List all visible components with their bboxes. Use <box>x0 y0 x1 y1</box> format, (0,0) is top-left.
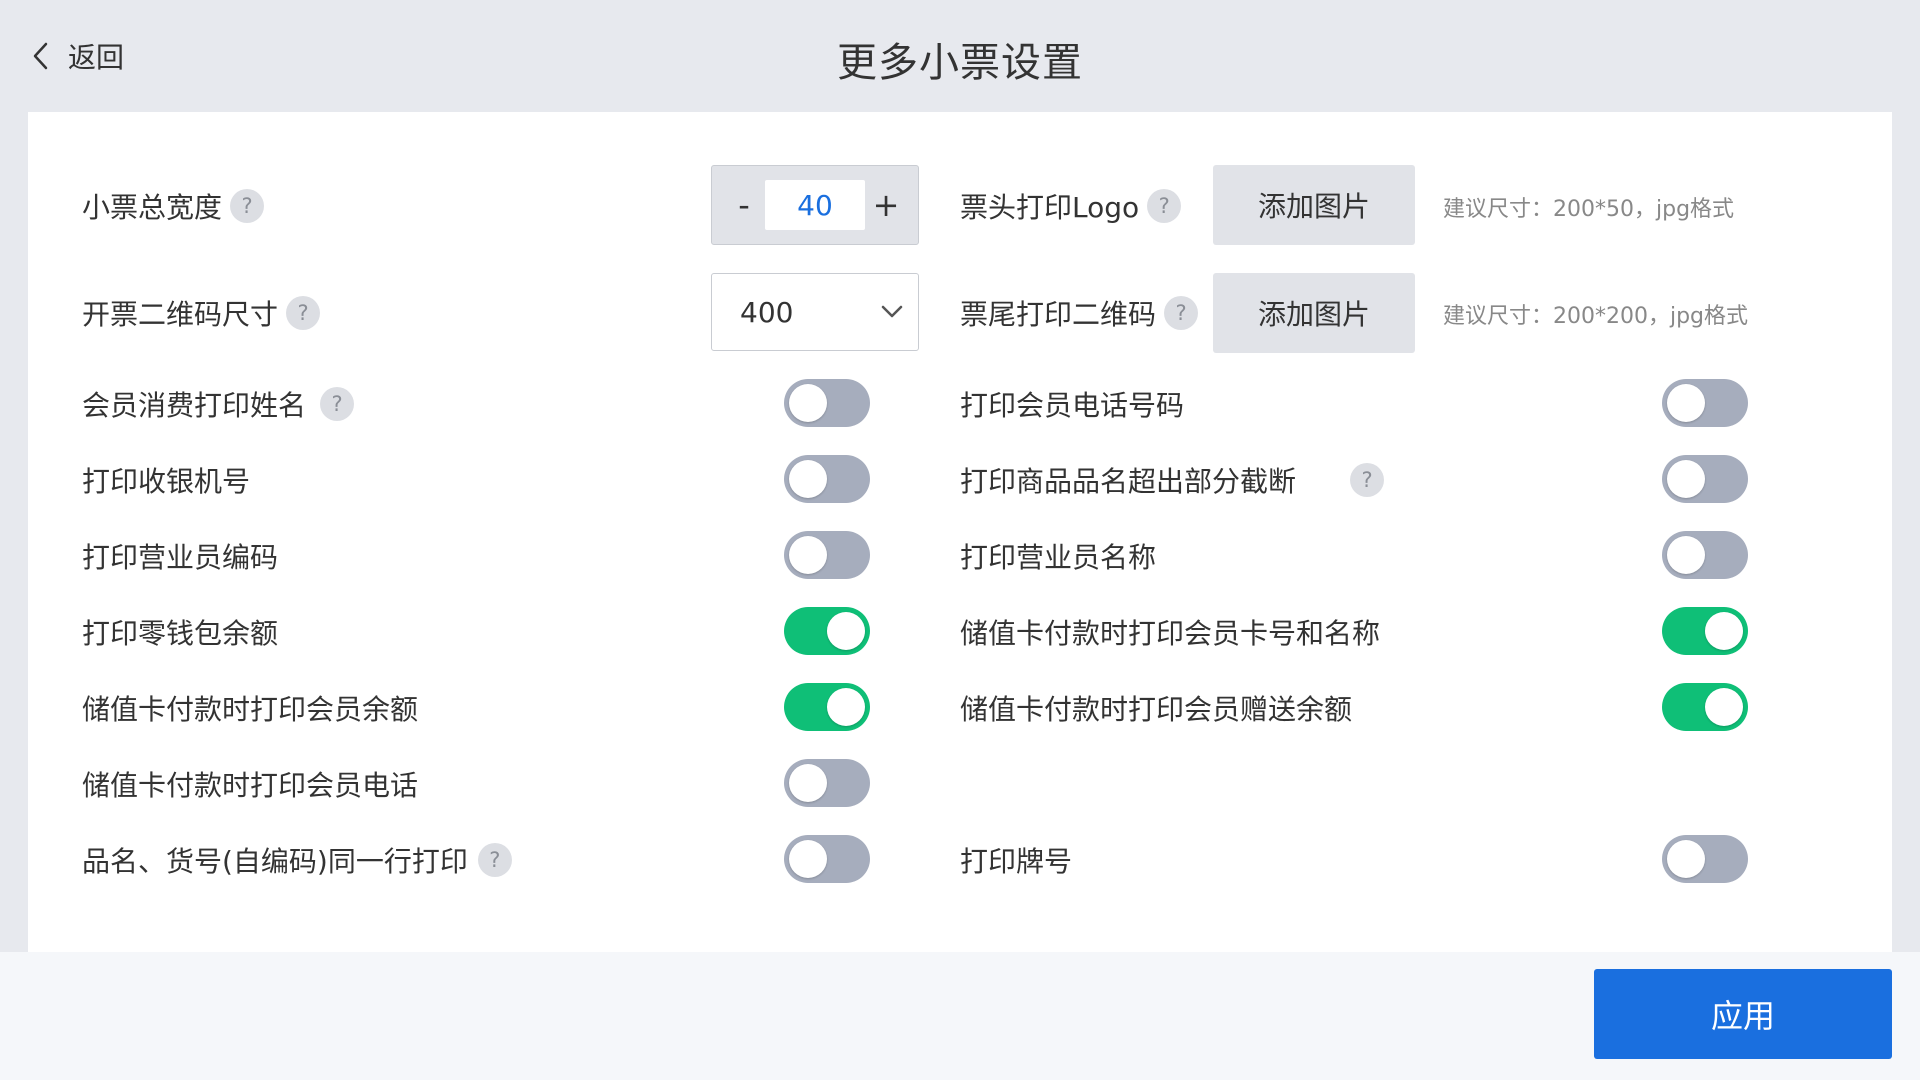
receipt-width-label-row: 小票总宽度 ? <box>82 186 265 226</box>
toggle-switch[interactable] <box>1662 835 1748 883</box>
toggle-switch[interactable] <box>784 835 870 883</box>
toggle-label: 储值卡付款时打印会员卡号和名称 <box>960 617 1381 650</box>
header: 返回 更多小票设置 <box>0 0 1920 112</box>
toggle-row: 会员消费打印姓名 ? <box>82 384 355 424</box>
toggle-knob <box>1667 460 1705 498</box>
toggle-switch[interactable] <box>1662 607 1748 655</box>
qr-size-label-row: 开票二维码尺寸 ? <box>82 293 321 333</box>
toggle-label: 打印牌号 <box>960 845 1073 878</box>
qr-size-label: 开票二维码尺寸 <box>82 298 279 331</box>
help-icon[interactable]: ? <box>477 843 512 877</box>
toggle-switch[interactable] <box>1662 455 1748 503</box>
decrement-button[interactable]: - <box>724 186 764 224</box>
toggle-label: 打印商品品名超出部分截断 <box>960 465 1297 498</box>
toggle-row: 打印会员电话号码 <box>960 384 1184 424</box>
qr-size-hint: 建议尺寸：200*200，jpg格式 <box>1443 304 1749 329</box>
toggle-switch[interactable] <box>784 607 870 655</box>
receipt-width-label: 小票总宽度 <box>82 191 223 224</box>
qr-size-select[interactable]: 400 <box>711 273 919 351</box>
header-logo-label: 票头打印Logo <box>960 191 1140 224</box>
toggle-row: 打印营业员编码 <box>82 536 278 576</box>
footer-qr-label: 票尾打印二维码 <box>960 298 1157 331</box>
increment-button[interactable]: + <box>866 186 906 224</box>
toggle-row: 打印牌号 <box>960 840 1072 880</box>
toggle-switch[interactable] <box>1662 683 1748 731</box>
toggle-knob <box>1667 384 1705 422</box>
toggle-row: 品名、货号(自编码)同一行打印 ? <box>82 840 512 880</box>
toggle-knob <box>1705 612 1743 650</box>
toggle-label: 会员消费打印姓名 <box>82 389 307 422</box>
toggle-label: 品名、货号(自编码)同一行打印 <box>82 845 468 878</box>
toggle-knob <box>789 764 827 802</box>
toggle-switch[interactable] <box>784 455 870 503</box>
toggle-knob <box>827 688 865 726</box>
toggle-row: 打印收银机号 <box>82 460 250 500</box>
toggle-row: 储值卡付款时打印会员电话 <box>82 764 418 804</box>
toggle-label: 储值卡付款时打印会员赠送余额 <box>960 693 1353 726</box>
qr-size-value: 400 <box>740 295 794 329</box>
apply-button[interactable]: 应用 <box>1594 969 1892 1059</box>
add-qr-image-button[interactable]: 添加图片 <box>1213 273 1415 353</box>
toggle-switch[interactable] <box>784 379 870 427</box>
toggle-row: 储值卡付款时打印会员余额 <box>82 688 418 728</box>
toggle-label: 打印营业员名称 <box>960 541 1157 574</box>
toggle-knob <box>1705 688 1743 726</box>
toggle-row: 打印零钱包余额 <box>82 612 278 652</box>
chevron-down-icon <box>881 305 903 318</box>
toggle-switch[interactable] <box>784 531 870 579</box>
toggle-row: 打印商品品名超出部分截断 ? <box>960 460 1385 500</box>
header-logo-label-row: 票头打印Logo ? <box>960 186 1182 226</box>
help-icon[interactable]: ? <box>230 189 265 223</box>
toggle-switch[interactable] <box>784 759 870 807</box>
logo-size-hint: 建议尺寸：200*50，jpg格式 <box>1443 197 1735 222</box>
toggle-switch[interactable] <box>1662 379 1748 427</box>
settings-panel <box>28 112 1892 952</box>
toggle-row: 打印营业员名称 <box>960 536 1156 576</box>
toggle-knob <box>789 840 827 878</box>
toggle-label: 储值卡付款时打印会员电话 <box>82 769 419 802</box>
help-icon[interactable]: ? <box>1147 189 1182 223</box>
toggle-knob <box>789 460 827 498</box>
toggle-row: 储值卡付款时打印会员赠送余额 <box>960 688 1352 728</box>
receipt-width-stepper: - + <box>711 165 919 245</box>
toggle-label: 打印收银机号 <box>82 465 251 498</box>
toggle-label: 储值卡付款时打印会员余额 <box>82 693 419 726</box>
toggle-label: 打印零钱包余额 <box>82 617 279 650</box>
toggle-knob <box>827 612 865 650</box>
toggle-knob <box>789 384 827 422</box>
toggle-knob <box>1667 536 1705 574</box>
toggle-switch[interactable] <box>1662 531 1748 579</box>
toggle-label: 打印会员电话号码 <box>960 389 1185 422</box>
help-icon[interactable]: ? <box>320 387 355 421</box>
toggle-switch[interactable] <box>784 683 870 731</box>
toggle-knob <box>789 536 827 574</box>
receipt-width-input[interactable] <box>765 180 865 230</box>
page-title: 更多小票设置 <box>837 40 1083 86</box>
help-icon[interactable]: ? <box>1164 296 1199 330</box>
help-icon[interactable]: ? <box>286 296 321 330</box>
toggle-label: 打印营业员编码 <box>82 541 279 574</box>
footer-qr-label-row: 票尾打印二维码 ? <box>960 293 1199 333</box>
help-icon[interactable]: ? <box>1350 463 1385 497</box>
toggle-knob <box>1667 840 1705 878</box>
add-logo-image-button[interactable]: 添加图片 <box>1213 165 1415 245</box>
toggle-row: 储值卡付款时打印会员卡号和名称 <box>960 612 1380 652</box>
